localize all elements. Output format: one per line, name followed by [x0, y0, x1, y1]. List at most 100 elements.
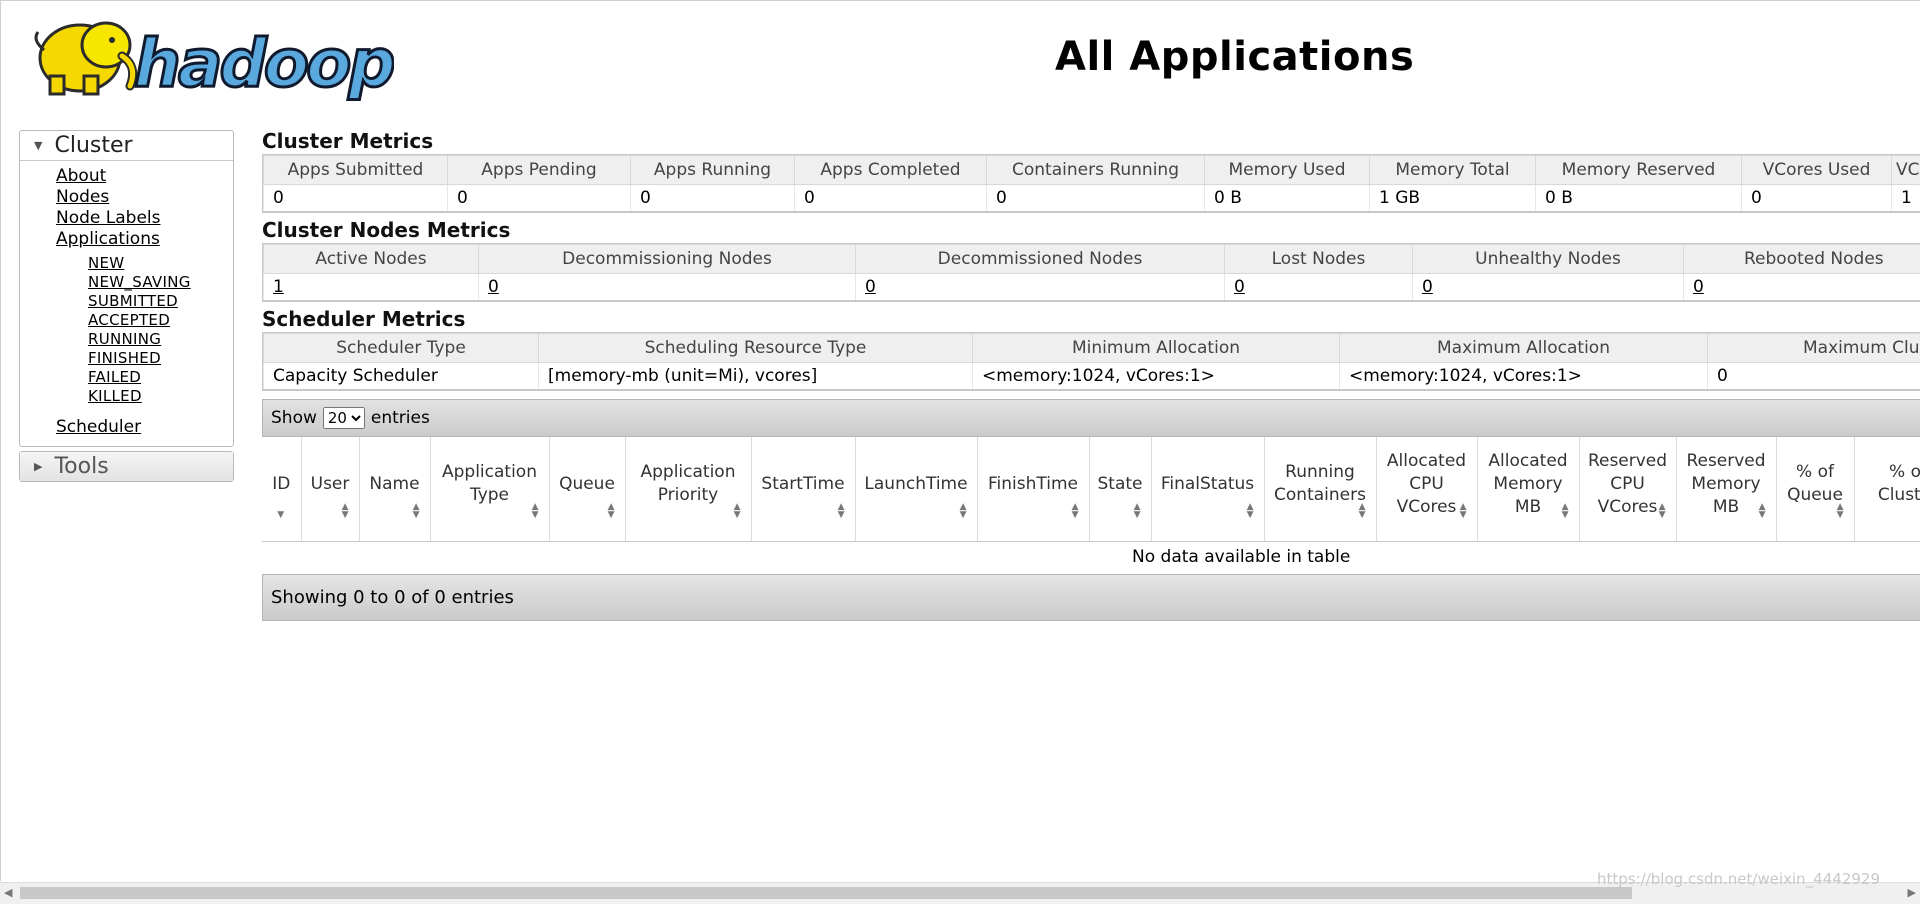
- metric-value-apps-pending: 0: [448, 185, 631, 212]
- sidebar-nav: ▼ Cluster About Nodes Node Labels Applic…: [19, 130, 234, 486]
- sort-both-icon: ▲▼: [838, 503, 845, 519]
- scheduler-value-resource-type: [memory-mb (unit=Mi), vcores]: [539, 363, 973, 390]
- sort-both-icon: ▲▼: [1659, 503, 1666, 519]
- col-header-application-priority[interactable]: Application Priority▲▼: [625, 437, 751, 542]
- nodes-metrics-header-row: Active Nodes Decommissioning Nodes Decom…: [264, 245, 1920, 274]
- cluster-metrics-title: Cluster Metrics: [262, 128, 1920, 154]
- metric-header-apps-pending: Apps Pending: [448, 156, 631, 185]
- scheduler-metrics-table-wrap: Scheduler Type Scheduling Resource Type …: [262, 332, 1920, 391]
- sort-both-icon: ▲▼: [1134, 503, 1141, 519]
- empty-table-message: No data available in table: [262, 542, 1920, 572]
- nodes-header-active: Active Nodes: [264, 245, 479, 274]
- metric-header-vcores-used: VCores Used: [1742, 156, 1892, 185]
- nav-link-state-running[interactable]: RUNNING: [88, 330, 233, 349]
- scheduler-header-type: Scheduler Type: [264, 334, 539, 363]
- col-header-queue[interactable]: Queue▲▼: [549, 437, 625, 542]
- metric-value-vcores-used: 0: [1742, 185, 1892, 212]
- table-info-text: Showing 0 to 0 of 0 entries: [271, 587, 514, 608]
- sort-both-icon: ▲▼: [734, 503, 741, 519]
- metric-value-apps-completed: 0: [795, 185, 987, 212]
- scheduler-value-min-allocation: <memory:1024, vCores:1>: [973, 363, 1340, 390]
- apps-table-info-bar: Showing 0 to 0 of 0 entries: [262, 574, 1920, 621]
- metric-header-vcores-truncated: VC: [1892, 156, 1920, 185]
- cluster-panel-header[interactable]: ▼ Cluster: [20, 131, 233, 161]
- col-header-user[interactable]: User▲▼: [301, 437, 359, 542]
- col-header-finish-time[interactable]: FinishTime▲▼: [977, 437, 1089, 542]
- hadoop-wordmark: hadoop: [134, 25, 393, 102]
- scheduler-metrics-title: Scheduler Metrics: [262, 306, 1920, 332]
- col-header-final-status[interactable]: FinalStatus▲▼: [1151, 437, 1264, 542]
- applications-table: ID▼ User▲▼ Name▲▼ Application Type▲▼ Que…: [262, 437, 1920, 571]
- nav-link-state-accepted[interactable]: ACCEPTED: [88, 311, 233, 330]
- scheduler-header-max-allocation: Maximum Allocation: [1340, 334, 1708, 363]
- sort-both-icon: ▲▼: [413, 503, 420, 519]
- nodes-value-decommissioning-link[interactable]: 0: [488, 277, 499, 297]
- cluster-links: About Nodes Node Labels Applications NEW…: [20, 161, 233, 446]
- metric-header-containers-running: Containers Running: [987, 156, 1205, 185]
- scheduler-value-max-cluster: 0: [1708, 363, 1920, 390]
- col-header-launch-time[interactable]: LaunchTime▲▼: [855, 437, 977, 542]
- scheduler-value-type: Capacity Scheduler: [264, 363, 539, 390]
- entries-label: entries: [371, 408, 430, 428]
- scroll-right-arrow-icon[interactable]: ▶: [1908, 886, 1916, 899]
- sort-both-icon: ▲▼: [1562, 503, 1569, 519]
- col-header-percent-of-cluster[interactable]: % of Cluster▲▼: [1854, 437, 1920, 542]
- page-size-select[interactable]: 20: [323, 407, 365, 429]
- col-header-application-type[interactable]: Application Type▲▼: [430, 437, 549, 542]
- nodes-value-rebooted-link[interactable]: 0: [1693, 277, 1704, 297]
- scheduler-value-max-allocation: <memory:1024, vCores:1>: [1340, 363, 1708, 390]
- scroll-left-arrow-icon[interactable]: ◀: [4, 886, 12, 899]
- metric-header-memory-used: Memory Used: [1205, 156, 1370, 185]
- nodes-value-active-link[interactable]: 1: [273, 277, 284, 297]
- expanded-triangle-icon: ▼: [34, 139, 42, 152]
- col-header-state[interactable]: State▲▼: [1089, 437, 1151, 542]
- nav-link-nodes[interactable]: Nodes: [56, 187, 233, 208]
- cluster-nodes-metrics-table-wrap: Active Nodes Decommissioning Nodes Decom…: [262, 243, 1920, 302]
- nav-link-state-killed[interactable]: KILLED: [88, 387, 233, 406]
- nav-link-state-new-saving[interactable]: NEW_SAVING: [88, 273, 233, 292]
- metric-header-memory-total: Memory Total: [1370, 156, 1536, 185]
- apps-table-length-toolbar: Show 20 entries: [262, 399, 1920, 437]
- nav-link-state-finished[interactable]: FINISHED: [88, 349, 233, 368]
- metric-value-memory-total: 1 GB: [1370, 185, 1536, 212]
- nodes-value-decommissioned-link[interactable]: 0: [865, 277, 876, 297]
- nav-link-scheduler[interactable]: Scheduler: [56, 417, 233, 438]
- watermark-text: https://blog.csdn.net/weixin_4442929: [1597, 870, 1880, 888]
- nodes-value-lost-link[interactable]: 0: [1234, 277, 1245, 297]
- col-header-name[interactable]: Name▲▼: [359, 437, 430, 542]
- tools-panel: ▶ Tools: [19, 451, 234, 482]
- sort-both-icon: ▲▼: [342, 503, 349, 519]
- col-header-id[interactable]: ID▼: [262, 437, 301, 542]
- col-header-allocated-cpu-vcores[interactable]: Allocated CPU VCores▲▼: [1376, 437, 1477, 542]
- col-header-start-time[interactable]: StartTime▲▼: [751, 437, 855, 542]
- col-header-reserved-cpu-vcores[interactable]: Reserved CPU VCores▲▼: [1579, 437, 1676, 542]
- nav-link-state-failed[interactable]: FAILED: [88, 368, 233, 387]
- scheduler-metrics-table: Scheduler Type Scheduling Resource Type …: [263, 333, 1920, 390]
- col-header-allocated-memory-mb[interactable]: Allocated Memory MB▲▼: [1477, 437, 1579, 542]
- main-content: Cluster Metrics Apps Submitted Apps Pend…: [262, 128, 1920, 621]
- hadoop-logo: hadoop: [22, 10, 394, 102]
- metric-value-memory-used: 0 B: [1205, 185, 1370, 212]
- col-header-running-containers[interactable]: Running Containers▲▼: [1264, 437, 1376, 542]
- col-header-percent-of-queue[interactable]: % of Queue▲▼: [1776, 437, 1854, 542]
- collapsed-triangle-icon: ▶: [34, 460, 42, 473]
- col-header-reserved-memory-mb[interactable]: Reserved Memory MB▲▼: [1676, 437, 1776, 542]
- nav-link-about[interactable]: About: [56, 166, 233, 187]
- cluster-nodes-metrics-title: Cluster Nodes Metrics: [262, 217, 1920, 243]
- nav-link-applications[interactable]: Applications: [56, 229, 233, 250]
- sort-both-icon: ▲▼: [1247, 503, 1254, 519]
- sort-both-icon: ▲▼: [1837, 503, 1844, 519]
- nav-link-node-labels[interactable]: Node Labels: [56, 208, 233, 229]
- apps-header-row: ID▼ User▲▼ Name▲▼ Application Type▲▼ Que…: [262, 437, 1920, 542]
- nodes-header-lost: Lost Nodes: [1225, 245, 1413, 274]
- tools-panel-header[interactable]: ▶ Tools: [20, 452, 233, 481]
- metric-value-containers-running: 0: [987, 185, 1205, 212]
- nav-link-state-new[interactable]: NEW: [88, 254, 233, 273]
- scrollbar-thumb[interactable]: [20, 887, 1632, 899]
- nodes-value-unhealthy-link[interactable]: 0: [1422, 277, 1433, 297]
- nav-link-state-submitted[interactable]: SUBMITTED: [88, 292, 233, 311]
- scheduler-metrics-header-row: Scheduler Type Scheduling Resource Type …: [264, 334, 1920, 363]
- metric-value-apps-running: 0: [631, 185, 795, 212]
- cluster-nodes-metrics-table: Active Nodes Decommissioning Nodes Decom…: [263, 244, 1920, 301]
- sort-both-icon: ▲▼: [1072, 503, 1079, 519]
